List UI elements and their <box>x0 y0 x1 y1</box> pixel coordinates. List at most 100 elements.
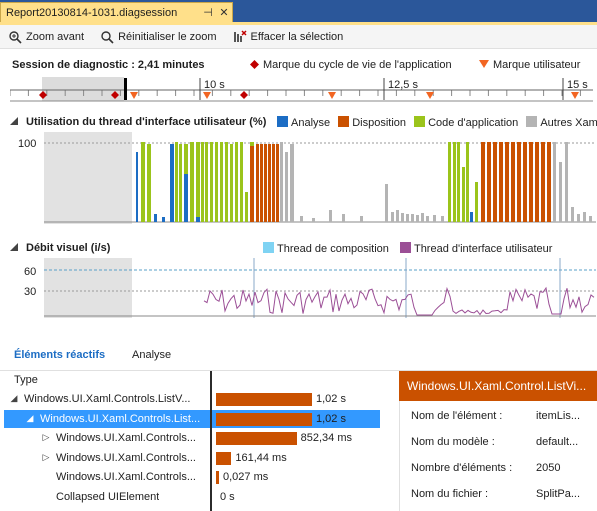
legend-label: Autres Xaml <box>540 117 597 129</box>
zoom-in-label: Zoom avant <box>26 30 85 43</box>
range-handle[interactable] <box>124 78 127 100</box>
ui-thread-bar <box>565 142 568 222</box>
ui-thread-bar <box>441 216 444 222</box>
ui-thread-bar <box>535 142 539 222</box>
ui-thread-bar <box>276 144 279 222</box>
close-icon[interactable]: ✕ <box>216 6 232 19</box>
ui-thread-bar <box>499 142 503 222</box>
ui-thread-bar <box>240 142 243 222</box>
legend-lifecycle-mark: Marque du cycle de vie de l'application <box>263 59 452 71</box>
tree-row-label: Windows.UI.Xaml.Controls.ListV... <box>24 393 191 405</box>
ui-thread-bar <box>141 142 145 222</box>
ui-thread-bar <box>406 214 409 222</box>
duration-label: 852,34 ms <box>300 432 352 444</box>
ui-thread-chart[interactable] <box>44 132 596 224</box>
ui-thread-bar <box>272 144 275 222</box>
reset-zoom-button[interactable]: Réinitialiser le zoom <box>98 27 218 47</box>
duration-bar <box>216 393 312 406</box>
ui-thread-bar <box>448 142 451 222</box>
ui-thread-bar <box>225 142 228 222</box>
ui-thread-bar <box>230 144 233 222</box>
ui-thread-bar <box>312 218 315 222</box>
ui-thread-title: Utilisation du thread d'interface utilis… <box>26 116 267 128</box>
timeline-ruler[interactable]: 10 s 12,5 s 15 s <box>10 76 593 102</box>
visual-throughput-chart[interactable] <box>44 258 596 318</box>
collapse-icon[interactable]: ◢ <box>8 393 20 404</box>
ui-thread-bar <box>170 144 174 222</box>
collapse-icon[interactable]: ◢ <box>24 413 36 424</box>
property-key: Nom du fichier : <box>411 488 489 500</box>
legend-swatch <box>414 116 426 127</box>
ui-thread-bar <box>426 216 429 222</box>
type-column-header: Type <box>14 374 38 386</box>
ui-thread-bar <box>475 182 478 222</box>
tree-row[interactable]: ◢ Windows.UI.Xaml.Controls.List... 1,02 s <box>0 409 380 428</box>
ui-thread-bar <box>147 144 151 222</box>
user-mark-icon <box>479 60 489 69</box>
divider <box>399 401 400 511</box>
ui-thread-bar <box>300 216 303 222</box>
clear-selection-button[interactable]: Effacer la sélection <box>231 27 346 47</box>
tab-hot-elements[interactable]: Éléments réactifs <box>14 349 105 361</box>
ui-thread-bar <box>401 213 404 222</box>
legend-label: Thread de composition <box>277 243 389 255</box>
ui-thread-bar <box>215 142 218 222</box>
ui-thread-bar <box>523 142 527 222</box>
legend-swatch <box>526 116 538 127</box>
legend-swatch <box>338 116 350 127</box>
ui-thread-bar <box>196 142 200 217</box>
property-key: Nom du modèle : <box>411 436 495 448</box>
tree-row[interactable]: ▷ Windows.UI.Xaml.Controls... 852,34 ms <box>0 429 380 447</box>
tab-analysis[interactable]: Analyse <box>132 349 171 361</box>
ui-thread-bar <box>175 142 178 222</box>
legend-layout: Disposition <box>338 116 406 129</box>
pin-icon[interactable]: ⊣ <box>200 6 216 19</box>
legend-parsing: Analyse <box>277 116 330 129</box>
ui-thread-bar <box>342 214 345 222</box>
visual-legend: Thread de composition Thread d'interface… <box>263 242 552 255</box>
ui-thread-bar <box>470 212 473 222</box>
legend-other-xaml: Autres Xaml <box>526 116 597 129</box>
tree-row[interactable]: Collapsed UIElement 0 s <box>0 488 380 506</box>
ui-thread-bar <box>290 144 294 222</box>
ui-thread-bar <box>589 216 592 222</box>
ui-thread-bar <box>268 144 271 222</box>
legend-ui-thread: Thread d'interface utilisateur <box>399 242 553 255</box>
tree-row[interactable]: ▷ Windows.UI.Xaml.Controls... 161,44 ms <box>0 449 380 467</box>
ui-thread-bar <box>260 144 263 222</box>
ui-thread-bar <box>559 162 562 222</box>
visual-y30: 30 <box>24 286 37 298</box>
ui-thread-bar <box>416 215 419 222</box>
collapse-ui-thread-icon[interactable] <box>10 116 18 125</box>
document-tab[interactable]: Report20130814-1031.diagsession ⊣ ✕ <box>0 2 233 22</box>
ui-thread-bar <box>583 212 586 222</box>
ui-thread-bar <box>462 167 465 222</box>
ui-thread-fps-series <box>203 286 595 316</box>
unselected-range <box>42 77 124 101</box>
collapse-visual-icon[interactable] <box>10 242 18 251</box>
tree-row[interactable]: Windows.UI.Xaml.Controls... 0,027 ms <box>0 468 380 486</box>
ui-thread-bar <box>457 142 460 222</box>
tab-title: Report20130814-1031.diagsession <box>6 6 178 19</box>
tree-row[interactable]: ◢ Windows.UI.Xaml.Controls.ListV... 1,02 s <box>0 390 380 408</box>
ui-thread-bar <box>385 184 388 222</box>
ui-thread-bar <box>505 142 509 222</box>
ui-thread-bar <box>481 142 485 222</box>
legend-app-code: Code d'application <box>414 116 518 129</box>
ui-thread-bar <box>154 214 157 222</box>
expand-icon[interactable]: ▷ <box>40 452 52 463</box>
duration-bar <box>216 471 219 484</box>
ui-thread-bar <box>162 217 165 222</box>
ui-thread-bar <box>280 142 283 222</box>
ui-thread-bar <box>264 144 267 222</box>
ui-thread-bar <box>541 142 545 222</box>
tick-label-12-5s: 12,5 s <box>388 79 418 91</box>
ui-thread-bar <box>184 144 188 174</box>
zoom-in-button[interactable]: Zoom avant <box>6 27 86 47</box>
duration-bar <box>216 432 297 445</box>
expand-icon[interactable]: ▷ <box>40 432 52 443</box>
tree-row-label: Windows.UI.Xaml.Controls... <box>56 432 196 444</box>
duration-bar <box>216 451 232 465</box>
legend-label: Thread d'interface utilisateur <box>413 243 553 255</box>
ui-thread-bar <box>329 210 332 222</box>
